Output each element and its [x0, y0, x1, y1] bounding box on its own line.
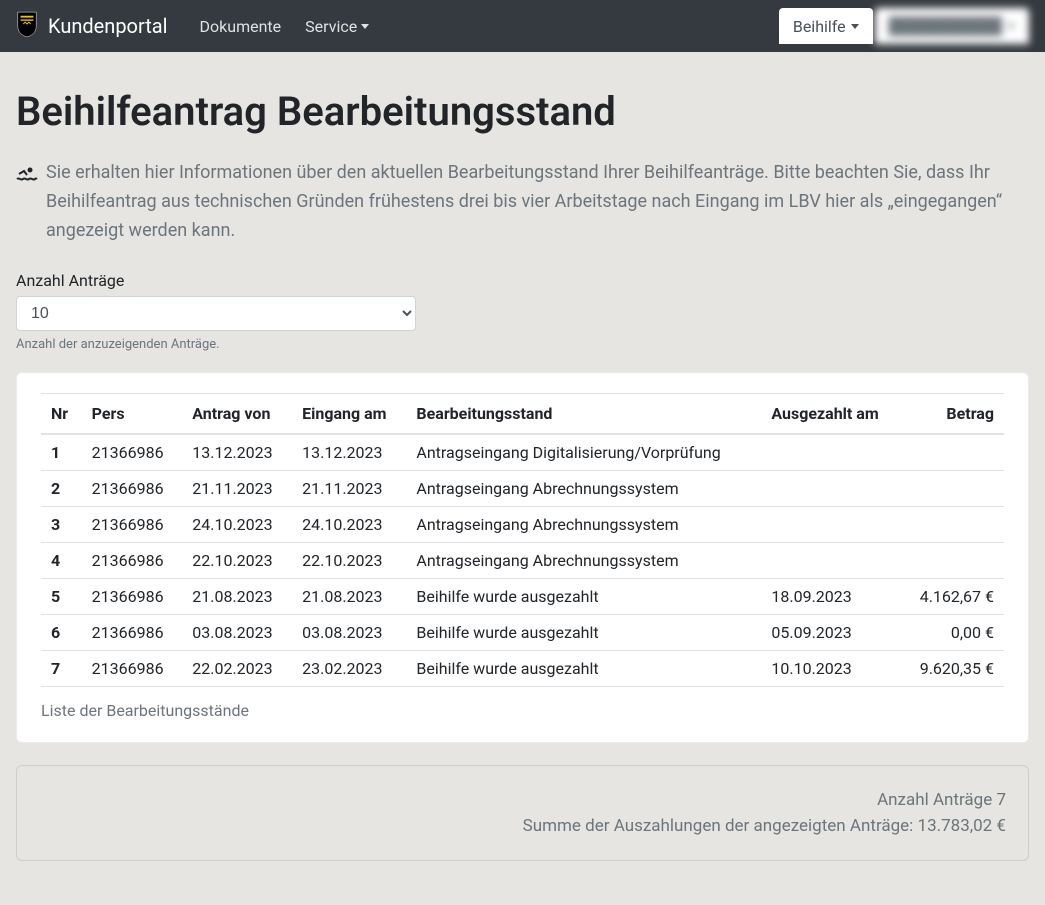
cell-pers: 21366986 [82, 434, 183, 471]
col-ausgezahlt-am: Ausgezahlt am [761, 394, 900, 435]
cell-pers: 21366986 [82, 615, 183, 651]
intro-block: Sie erhalten hier Informationen über den… [16, 159, 1029, 245]
cell-nr: 6 [41, 615, 82, 651]
cell-eingang-am: 24.10.2023 [292, 507, 406, 543]
swimming-icon [16, 163, 38, 192]
main-content: Beihilfeantrag Bearbeitungsstand Sie erh… [0, 52, 1045, 891]
cell-eingang-am: 22.10.2023 [292, 543, 406, 579]
cell-pers: 21366986 [82, 507, 183, 543]
cell-eingang-am: 21.08.2023 [292, 579, 406, 615]
cell-antrag-von: 24.10.2023 [182, 507, 292, 543]
table-row: 62136698603.08.202303.08.2023Beihilfe wu… [41, 615, 1004, 651]
cell-bearbeitungsstand: Beihilfe wurde ausgezahlt [406, 579, 761, 615]
tab-user[interactable]: ██████████ [875, 8, 1029, 44]
count-select[interactable]: 10 [16, 296, 416, 331]
status-table: Nr Pers Antrag von Eingang am Bearbeitun… [41, 393, 1004, 687]
table-row: 12136698613.12.202313.12.2023Antragseing… [41, 434, 1004, 471]
cell-eingang-am: 23.02.2023 [292, 651, 406, 687]
cell-pers: 21366986 [82, 579, 183, 615]
cell-antrag-von: 22.02.2023 [182, 651, 292, 687]
state-crest-icon [16, 10, 38, 42]
cell-ausgezahlt-am [761, 507, 900, 543]
cell-betrag [901, 507, 1004, 543]
tab-label: Beihilfe [793, 17, 846, 36]
cell-nr: 2 [41, 471, 82, 507]
tab-beihilfe[interactable]: Beihilfe [779, 8, 873, 44]
cell-bearbeitungsstand: Antragseingang Abrechnungssystem [406, 471, 761, 507]
cell-antrag-von: 21.11.2023 [182, 471, 292, 507]
chevron-down-icon [1007, 24, 1015, 29]
cell-betrag: 0,00 € [901, 615, 1004, 651]
cell-antrag-von: 21.08.2023 [182, 579, 292, 615]
col-pers: Pers [82, 394, 183, 435]
nav-dokumente[interactable]: Dokumente [188, 9, 294, 44]
nav-label: Service [305, 17, 357, 36]
table-header-row: Nr Pers Antrag von Eingang am Bearbeitun… [41, 394, 1004, 435]
cell-nr: 1 [41, 434, 82, 471]
cell-nr: 3 [41, 507, 82, 543]
cell-nr: 5 [41, 579, 82, 615]
cell-bearbeitungsstand: Beihilfe wurde ausgezahlt [406, 651, 761, 687]
cell-eingang-am: 13.12.2023 [292, 434, 406, 471]
intro-text: Sie erhalten hier Informationen über den… [46, 159, 1029, 245]
cell-betrag: 4.162,67 € [901, 579, 1004, 615]
cell-ausgezahlt-am [761, 471, 900, 507]
cell-betrag [901, 543, 1004, 579]
cell-bearbeitungsstand: Beihilfe wurde ausgezahlt [406, 615, 761, 651]
filter-help: Anzahl der anzuzeigenden Anträge. [16, 337, 1029, 352]
col-betrag: Betrag [901, 394, 1004, 435]
cell-ausgezahlt-am: 18.09.2023 [761, 579, 900, 615]
cell-eingang-am: 21.11.2023 [292, 471, 406, 507]
cell-nr: 7 [41, 651, 82, 687]
cell-ausgezahlt-am: 10.10.2023 [761, 651, 900, 687]
tab-label: ██████████ [889, 16, 1002, 36]
filter-label: Anzahl Anträge [16, 271, 1029, 290]
col-antrag-von: Antrag von [182, 394, 292, 435]
cell-pers: 21366986 [82, 543, 183, 579]
cell-eingang-am: 03.08.2023 [292, 615, 406, 651]
brand-text: Kundenportal [48, 14, 168, 38]
table-row: 52136698621.08.202321.08.2023Beihilfe wu… [41, 579, 1004, 615]
col-bearbeitungsstand: Bearbeitungsstand [406, 394, 761, 435]
table-row: 32136698624.10.202324.10.2023Antragseing… [41, 507, 1004, 543]
cell-antrag-von: 22.10.2023 [182, 543, 292, 579]
col-nr: Nr [41, 394, 82, 435]
cell-ausgezahlt-am [761, 434, 900, 471]
cell-betrag [901, 434, 1004, 471]
cell-ausgezahlt-am [761, 543, 900, 579]
table-footer: Liste der Bearbeitungsstände [41, 701, 1004, 720]
nav-label: Dokumente [200, 17, 282, 36]
filter-group: Anzahl Anträge 10 Anzahl der anzuzeigend… [16, 271, 1029, 352]
cell-ausgezahlt-am: 05.09.2023 [761, 615, 900, 651]
cell-bearbeitungsstand: Antragseingang Digitalisierung/Vorprüfun… [406, 434, 761, 471]
cell-antrag-von: 13.12.2023 [182, 434, 292, 471]
col-eingang-am: Eingang am [292, 394, 406, 435]
cell-nr: 4 [41, 543, 82, 579]
summary-count: Anzahl Anträge 7 [39, 790, 1006, 810]
table-row: 22136698621.11.202321.11.2023Antragseing… [41, 471, 1004, 507]
nav-service[interactable]: Service [293, 9, 381, 44]
cell-pers: 21366986 [82, 471, 183, 507]
nav-right: Beihilfe ██████████ [779, 8, 1029, 44]
cell-bearbeitungsstand: Antragseingang Abrechnungssystem [406, 543, 761, 579]
cell-pers: 21366986 [82, 651, 183, 687]
navbar: Kundenportal Dokumente Service Beihilfe … [0, 0, 1045, 52]
summary-sum: Summe der Auszahlungen der angezeigten A… [39, 816, 1006, 836]
navbar-brand[interactable]: Kundenportal [16, 10, 168, 42]
summary-card: Anzahl Anträge 7 Summe der Auszahlungen … [16, 765, 1029, 861]
cell-betrag: 9.620,35 € [901, 651, 1004, 687]
cell-antrag-von: 03.08.2023 [182, 615, 292, 651]
cell-bearbeitungsstand: Antragseingang Abrechnungssystem [406, 507, 761, 543]
table-row: 42136698622.10.202322.10.2023Antragseing… [41, 543, 1004, 579]
chevron-down-icon [361, 24, 369, 29]
table-row: 72136698622.02.202323.02.2023Beihilfe wu… [41, 651, 1004, 687]
chevron-down-icon [851, 24, 859, 29]
cell-betrag [901, 471, 1004, 507]
page-title: Beihilfeantrag Bearbeitungsstand [16, 88, 1029, 135]
table-card: Nr Pers Antrag von Eingang am Bearbeitun… [16, 372, 1029, 743]
